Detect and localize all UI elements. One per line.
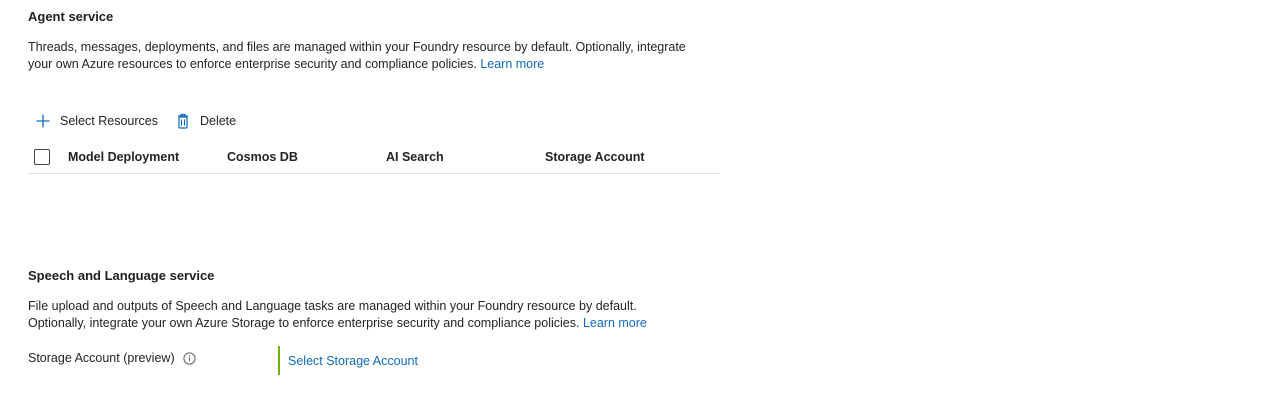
column-header-storage-account[interactable]: Storage Account bbox=[545, 150, 705, 164]
trash-icon bbox=[174, 112, 192, 130]
select-resources-label: Select Resources bbox=[60, 114, 158, 128]
column-header-cosmos-db[interactable]: Cosmos DB bbox=[227, 150, 386, 164]
resources-table-header: Model Deployment Cosmos DB AI Search Sto… bbox=[28, 140, 720, 174]
agent-service-title: Agent service bbox=[28, 9, 114, 24]
settings-page: Agent service Threads, messages, deploym… bbox=[0, 0, 1280, 410]
agent-service-learn-more-link[interactable]: Learn more bbox=[480, 57, 544, 71]
select-all-checkbox[interactable] bbox=[34, 148, 50, 165]
select-resources-button[interactable]: Select Resources bbox=[28, 108, 164, 134]
speech-language-description: File upload and outputs of Speech and La… bbox=[28, 298, 728, 332]
storage-account-field-label: Storage Account (preview) bbox=[28, 351, 196, 365]
column-header-model-deployment[interactable]: Model Deployment bbox=[68, 150, 227, 164]
speech-language-description-line2: Optionally, integrate your own Azure Sto… bbox=[28, 316, 580, 330]
speech-language-description-line1: File upload and outputs of Speech and La… bbox=[28, 299, 637, 313]
agent-service-description-line2: your own Azure resources to enforce ente… bbox=[28, 57, 477, 71]
select-storage-account-link[interactable]: Select Storage Account bbox=[288, 354, 418, 368]
delete-label: Delete bbox=[199, 114, 237, 128]
info-icon[interactable] bbox=[183, 351, 196, 365]
storage-account-field: Select Storage Account bbox=[278, 346, 418, 375]
agent-service-description: Threads, messages, deployments, and file… bbox=[28, 39, 728, 73]
plus-icon bbox=[34, 112, 52, 130]
speech-language-service-title: Speech and Language service bbox=[28, 268, 215, 283]
speech-language-learn-more-link[interactable]: Learn more bbox=[583, 316, 647, 330]
resources-toolbar: Select Resources Delete bbox=[28, 108, 242, 134]
storage-account-label: Storage Account (preview) bbox=[28, 351, 175, 365]
delete-button[interactable]: Delete bbox=[168, 108, 242, 134]
column-header-ai-search[interactable]: AI Search bbox=[386, 150, 545, 164]
agent-service-description-line1: Threads, messages, deployments, and file… bbox=[28, 40, 686, 54]
